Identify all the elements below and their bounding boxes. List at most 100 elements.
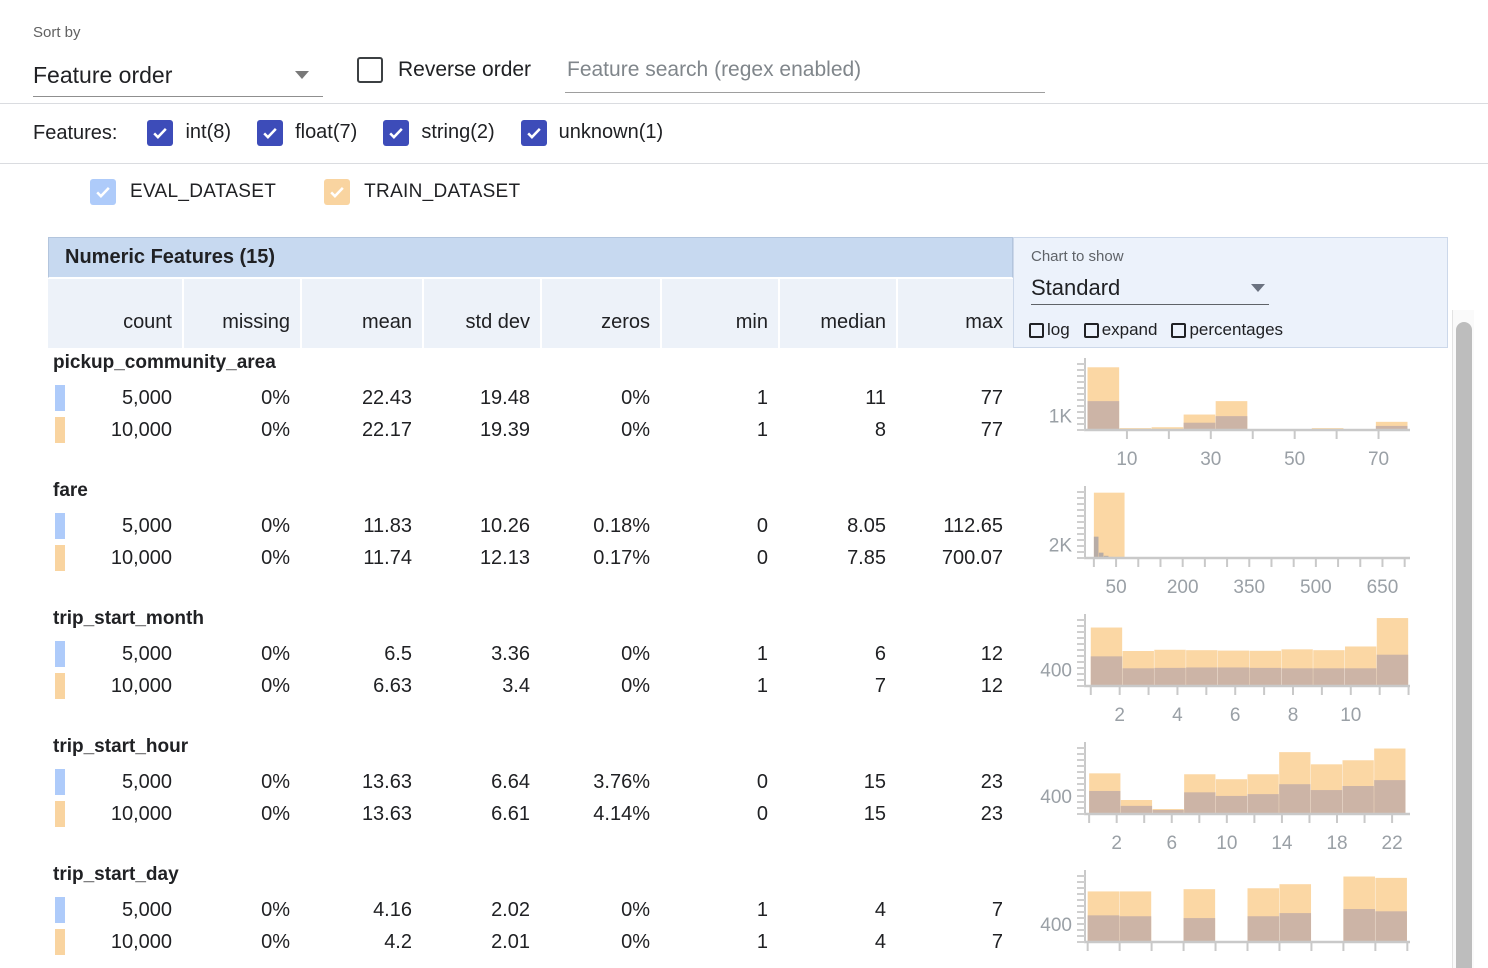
svg-text:30: 30 (1200, 449, 1221, 470)
stat-cell: 0% (540, 931, 660, 954)
vertical-scrollbar[interactable] (1452, 310, 1474, 968)
checked-checkbox-icon[interactable] (521, 120, 547, 146)
stat-cell: 5,000 (48, 387, 182, 410)
stat-row-eval-dataset: 5,0000%11.8310.260.18%08.05112.65 (48, 510, 1013, 542)
histogram-pickup-community-area[interactable]: 1K10305070 (1030, 355, 1415, 483)
stat-cell: 0% (182, 387, 300, 410)
sort-by-select[interactable]: Feature order (33, 54, 323, 97)
column-header-max: max (896, 279, 1013, 348)
stat-cell: 7 (896, 931, 1013, 954)
feature-type-filter-int-8: int(8) (147, 120, 231, 146)
feature-search-input[interactable] (565, 50, 1045, 93)
stat-cell: 4.2 (300, 931, 422, 954)
stat-cell: 6.5 (300, 643, 422, 666)
stat-cell: 0.17% (540, 547, 660, 570)
stat-cell: 4.16 (300, 899, 422, 922)
stat-cell: 0% (540, 419, 660, 442)
stat-cell: 10,000 (48, 675, 182, 698)
chevron-down-icon (295, 71, 309, 79)
feature-type-label: int(8) (185, 121, 231, 144)
stat-row-train-dataset: 10,0000%4.22.010%147 (48, 926, 1013, 958)
stat-cell: 3.4 (422, 675, 540, 698)
dataset-checkbox[interactable] (90, 179, 116, 205)
dataset-swatch (55, 673, 65, 699)
dataset-swatch (55, 929, 65, 955)
checked-checkbox-icon[interactable] (147, 120, 173, 146)
stat-cell: 22.43 (300, 387, 422, 410)
stat-cell: 10,000 (48, 931, 182, 954)
stat-cell: 0 (660, 803, 778, 826)
column-header-row: countmissingmeanstd devzerosminmedianmax (48, 279, 1013, 348)
stat-cell: 3.36 (422, 643, 540, 666)
feature-block-trip-start-day: trip_start_day5,0000%4.162.020%14710,000… (48, 864, 1013, 968)
svg-text:6: 6 (1230, 705, 1241, 726)
stat-cell: 77 (896, 419, 1013, 442)
checked-checkbox-icon[interactable] (383, 120, 409, 146)
dataset-swatch (55, 641, 65, 667)
log-checkbox[interactable] (1029, 323, 1044, 338)
svg-text:2: 2 (1114, 705, 1125, 726)
stat-cell: 0% (182, 899, 300, 922)
feature-block-fare: fare5,0000%11.8310.260.18%08.05112.6510,… (48, 480, 1013, 608)
svg-text:22: 22 (1382, 833, 1403, 854)
stat-cell: 23 (896, 803, 1013, 826)
histogram-trip-start-month[interactable]: 400246810 (1030, 611, 1415, 739)
feature-name: trip_start_month (53, 608, 204, 630)
dataset-swatch (55, 385, 65, 411)
scrollbar-thumb[interactable] (1456, 322, 1472, 968)
stat-cell: 0% (182, 515, 300, 538)
feature-table-body: pickup_community_area5,0000%22.4319.480%… (48, 352, 1013, 968)
stat-cell: 11 (778, 387, 896, 410)
stat-cell: 3.76% (540, 771, 660, 794)
stat-cell: 0.18% (540, 515, 660, 538)
histogram-fare[interactable]: 2K50200350500650 (1030, 483, 1415, 611)
expand-option: expand (1084, 320, 1158, 340)
column-header-std-dev: std dev (422, 279, 540, 348)
dataset-swatch (55, 513, 65, 539)
stat-cell: 4 (778, 931, 896, 954)
reverse-order-control: Reverse order (357, 57, 531, 83)
checked-checkbox-icon[interactable] (257, 120, 283, 146)
expand-label: expand (1102, 320, 1158, 340)
stat-cell: 12 (896, 643, 1013, 666)
feature-type-filter-float-7: float(7) (257, 120, 357, 146)
stat-row-train-dataset: 10,0000%6.633.40%1712 (48, 670, 1013, 702)
facets-overview-page: Sort by Feature order Reverse order Feat… (0, 0, 1488, 968)
log-option: log (1029, 320, 1070, 340)
stat-cell: 0% (540, 387, 660, 410)
dataset-legend: EVAL_DATASETTRAIN_DATASET (90, 170, 520, 214)
stat-cell: 0% (540, 675, 660, 698)
stat-cell: 10,000 (48, 803, 182, 826)
svg-text:10: 10 (1216, 833, 1237, 854)
reverse-order-checkbox[interactable] (357, 57, 383, 83)
expand-checkbox[interactable] (1084, 323, 1099, 338)
column-header-count: count (48, 279, 182, 348)
histogram-trip-start-hour[interactable]: 4002610141822 (1030, 739, 1415, 867)
feature-type-label: unknown(1) (559, 121, 664, 144)
stat-cell: 77 (896, 387, 1013, 410)
dataset-swatch (55, 897, 65, 923)
feature-block-trip-start-hour: trip_start_hour5,0000%13.636.643.76%0152… (48, 736, 1013, 864)
dataset-checkbox[interactable] (324, 179, 350, 205)
svg-text:6: 6 (1166, 833, 1177, 854)
feature-type-filter-string-2: string(2) (383, 120, 494, 146)
chart-to-show-label: Chart to show (1031, 248, 1124, 265)
sort-by-label: Sort by (33, 24, 81, 41)
stat-cell: 0 (660, 515, 778, 538)
percentages-checkbox[interactable] (1171, 323, 1186, 338)
stat-cell: 7 (896, 899, 1013, 922)
percentages-label: percentages (1189, 320, 1283, 340)
svg-text:10: 10 (1340, 705, 1361, 726)
svg-text:18: 18 (1326, 833, 1347, 854)
dataset-swatch (55, 545, 65, 571)
stat-cell: 13.63 (300, 803, 422, 826)
histogram-trip-start-day[interactable]: 400 (1030, 867, 1415, 968)
stat-cell: 1 (660, 643, 778, 666)
svg-text:10: 10 (1116, 449, 1137, 470)
percentages-option: percentages (1171, 320, 1283, 340)
stat-cell: 23 (896, 771, 1013, 794)
svg-text:650: 650 (1367, 577, 1399, 598)
stat-row-train-dataset: 10,0000%11.7412.130.17%07.85700.07 (48, 542, 1013, 574)
chart-type-select[interactable]: Standard (1031, 271, 1269, 305)
chart-options: log expand percentages (1029, 320, 1283, 340)
